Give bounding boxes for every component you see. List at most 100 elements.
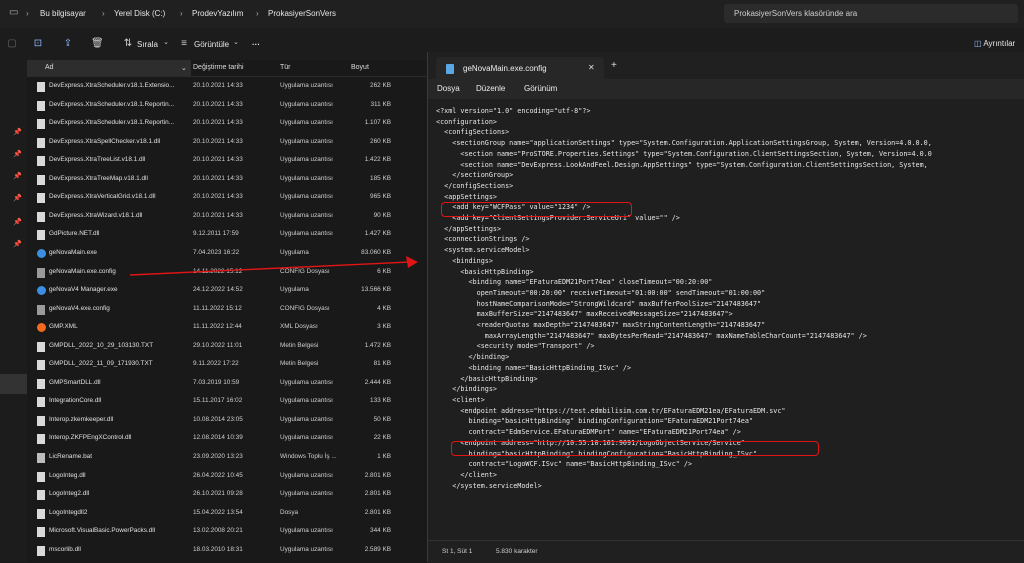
table-row[interactable]: Interop.ZKFPEngXControl.dll 12.08.2014 10… <box>27 429 427 448</box>
pin-icon[interactable]: 📌 <box>13 128 22 136</box>
table-row[interactable]: LogoInteg.dll 26.04.2022 10:45 Uygulama uz… <box>27 467 427 486</box>
file-size: 1.107 KB <box>364 119 391 127</box>
rename-icon[interactable]: ⊡ <box>32 38 44 50</box>
notepad-tab[interactable]: geNovaMain.exe.config ✕ <box>436 57 604 79</box>
details-label: Ayrıntılar <box>983 39 1016 48</box>
details-icon: ◫ <box>974 39 984 48</box>
notepad-icon <box>446 64 454 74</box>
view-button[interactable]: Görüntüle <box>194 40 229 49</box>
table-row[interactable]: LicRename.bat 23.09.2020 13:23 Windows Top… <box>27 448 427 467</box>
menu-view[interactable]: Görünüm <box>524 84 557 93</box>
file-name: DevExpress.XtraTreeMap.v18.1.dll <box>49 174 148 182</box>
table-row[interactable]: Interop.zkemkeeper.dll 10.08.2014 23:05 Uy… <box>27 411 427 430</box>
file-name: GMPDLL_2022_11_09_171930.TXT <box>49 360 153 368</box>
pin-icon[interactable]: 📌 <box>13 172 22 180</box>
file-date: 18.03.2010 18:31 <box>193 545 243 553</box>
table-row[interactable]: geNovaV4.exe.config 11.11.2022 15:12 CONFI… <box>27 300 427 319</box>
highlight-endpoint <box>451 441 819 456</box>
search-input[interactable]: ProkasiyerSonVers klasöründe ara <box>724 4 1018 23</box>
file-type: Uygulama uzantısı <box>280 156 333 164</box>
file-name: Interop.zkemkeeper.dll <box>49 415 114 423</box>
table-row[interactable]: DevExpress.XtraScheduler.v18.1.Reportin.… <box>27 114 427 133</box>
table-row[interactable]: DevExpress.XtraWizard.v18.1.dll 20.10.202… <box>27 207 427 226</box>
new-tab-plus-icon[interactable]: + <box>611 60 617 71</box>
file-name: Interop.ZKFPEngXControl.dll <box>49 434 132 442</box>
pin-icon[interactable]: 📌 <box>13 218 22 226</box>
menu-edit[interactable]: Düzenle <box>476 84 505 93</box>
table-row[interactable]: GdPicture.NET.dll 9.12.2011 17:59 Uygulama… <box>27 225 427 244</box>
file-name: LogoIntegdll2 <box>49 508 88 516</box>
column-size[interactable]: Boyut <box>351 64 369 71</box>
table-row[interactable]: LogoInteg2.dll 26.10.2021 09:28 Uygulama u… <box>27 485 427 504</box>
share-icon[interactable]: ⇪ <box>62 38 74 50</box>
file-type: Uygulama uzantısı <box>280 174 333 182</box>
text-editor[interactable]: <?xml version="1.0" encoding="utf-8"?> <… <box>428 99 1024 540</box>
table-row[interactable]: GMPSmartDLL.dll 7.03.2019 10:59 Uygulama u… <box>27 374 427 393</box>
dll-file-icon <box>37 100 45 111</box>
table-row[interactable]: geNovaMain.exe.config 14.11.2022 15:12 CON… <box>27 263 427 282</box>
pin-icon[interactable]: 📌 <box>13 150 22 158</box>
file-type: Windows Toplu İş ... <box>280 453 337 460</box>
dll-file-icon <box>37 490 45 501</box>
file-size: 2.801 KB <box>364 508 391 516</box>
column-date[interactable]: Değiştirme tarihi <box>193 64 244 71</box>
file-size: 1.422 KB <box>364 156 391 164</box>
table-row[interactable]: IntegrationCore.dll 15.11.2017 16:02 Uygul… <box>27 392 427 411</box>
dll-file-icon <box>37 211 45 222</box>
breadcrumb-prokasiyer[interactable]: ProkasiyerSonVers <box>268 9 336 18</box>
nav-selected-item[interactable] <box>0 374 27 394</box>
new-icon[interactable]: ▢ <box>6 38 18 50</box>
dll-file-icon <box>37 415 45 426</box>
table-row[interactable]: DevExpress.XtraTreeMap.v18.1.dll 20.10.20… <box>27 170 427 189</box>
table-row[interactable]: DevExpress.XtraTreeList.v18.1.dll 20.10.2… <box>27 151 427 170</box>
sort-icon: ⇅ <box>123 38 133 49</box>
table-row[interactable]: DevExpress.XtraSpellChecker.v18.1.dll 20.… <box>27 133 427 152</box>
close-icon[interactable]: ✕ <box>588 63 595 72</box>
delete-icon[interactable]: 🗑 <box>91 38 104 50</box>
pin-icon[interactable]: 📌 <box>13 240 22 248</box>
table-row[interactable]: geNovaMain.exe 7.04.2023 16:22 Uygulama 83.… <box>27 244 427 263</box>
dll-file-icon <box>37 156 45 167</box>
pin-icon[interactable]: 📌 <box>13 194 22 202</box>
file-date: 29.10.2022 11:01 <box>193 341 243 349</box>
sort-button[interactable]: Sırala <box>137 40 158 49</box>
dll-file-icon <box>37 434 45 445</box>
table-row[interactable]: DevExpress.XtraScheduler.v18.1.Reportin.… <box>27 96 427 115</box>
file-size: 22 KB <box>373 434 391 442</box>
details-button[interactable]: ◫ Ayrıntılar <box>974 39 1015 48</box>
file-type: Uygulama uzantısı <box>280 211 333 219</box>
folder-icon: ▭ <box>9 7 19 18</box>
breadcrumb-this-pc[interactable]: Bu bilgisayar <box>40 9 86 18</box>
column-type[interactable]: Tür <box>280 64 291 71</box>
chevron-right-icon: › <box>256 9 259 18</box>
breadcrumb-prodev[interactable]: ProdevYazılım <box>192 9 243 18</box>
chevron-right-icon: › <box>26 9 29 18</box>
file-date: 13.02.2008 20:21 <box>193 527 243 535</box>
more-options-button[interactable]: ··· <box>252 40 260 49</box>
table-row[interactable]: DevExpress.XtraScheduler.v18.1.Extensio.… <box>27 77 427 96</box>
file-type: Metin Belgesi <box>280 360 319 368</box>
config-text: <?xml version="1.0" encoding="utf-8"?> <… <box>436 107 932 490</box>
table-row[interactable]: GMPDLL_2022_11_09_171930.TXT 9.11.2022 17… <box>27 355 427 374</box>
file-name: IntegrationCore.dll <box>49 397 102 405</box>
file-date: 26.04.2022 10:45 <box>193 471 243 479</box>
column-name[interactable]: Ad <box>45 64 54 71</box>
file-size: 2.589 KB <box>364 545 391 553</box>
chevron-down-icon: ⌄ <box>181 65 187 72</box>
file-type: Dosya <box>280 508 299 516</box>
breadcrumb-local-disk[interactable]: Yerel Disk (C:) <box>114 9 165 18</box>
file-name: GMPDLL_2022_10_29_103130.TXT <box>49 341 154 349</box>
file-name: DevExpress.XtraSpellChecker.v18.1.dll <box>49 137 161 145</box>
cursor-position: St 1, Süt 1 <box>442 548 473 555</box>
table-row[interactable]: DevExpress.XtraVerticalGrid.v18.1.dll 20.… <box>27 188 427 207</box>
table-row[interactable]: Microsoft.VisualBasic.PowerPacks.dll 13.0… <box>27 522 427 541</box>
table-row[interactable]: geNovaV4 Manager.exe 24.12.2022 14:52 Uygu… <box>27 281 427 300</box>
file-type: Uygulama uzantısı <box>280 82 333 89</box>
menu-file[interactable]: Dosya <box>437 84 460 93</box>
table-row[interactable]: GMPDLL_2022_10_29_103130.TXT 29.10.2022 1… <box>27 337 427 356</box>
exe-file-icon <box>37 286 46 296</box>
table-row[interactable]: GMP.XML 11.11.2022 12:44 XML Dosyası 3 KB <box>27 318 427 337</box>
table-row[interactable]: mscorlib.dll 18.03.2010 18:31 Uygulama uza… <box>27 541 427 560</box>
table-row[interactable]: LogoIntegdll2 15.04.2022 13:54 Dosya 2.801 … <box>27 504 427 523</box>
file-size: 2.801 KB <box>364 490 391 498</box>
